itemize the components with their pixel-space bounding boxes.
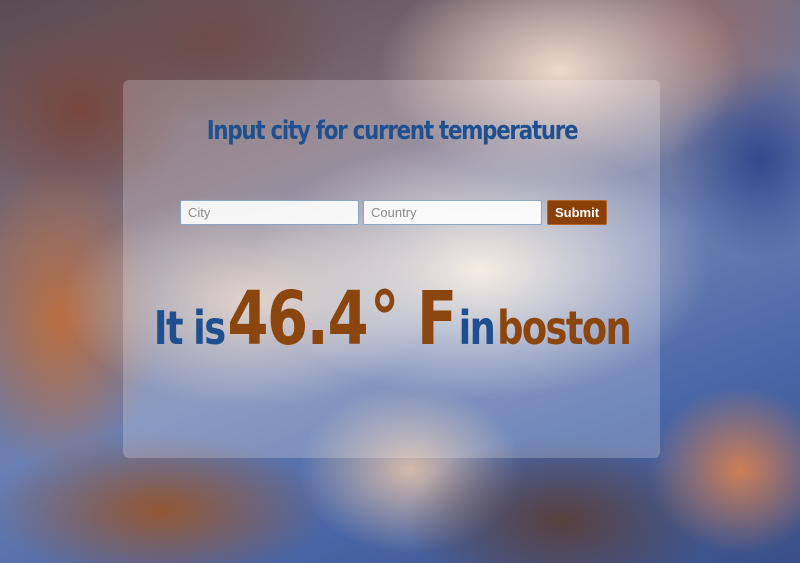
result-city: boston [497, 301, 632, 355]
city-input[interactable] [180, 200, 359, 225]
search-form: Submit [180, 200, 608, 225]
temperature-unit: ° F [369, 276, 457, 362]
result-connector: in [458, 301, 496, 355]
temperature-result: It is 46.4 ° F in boston [78, 282, 705, 356]
submit-button[interactable]: Submit [547, 200, 608, 225]
result-prefix: It is [153, 301, 226, 355]
temperature-value: 46.4 [227, 276, 368, 362]
country-input[interactable] [363, 200, 542, 225]
page-title: Input city for current temperature [206, 116, 579, 146]
